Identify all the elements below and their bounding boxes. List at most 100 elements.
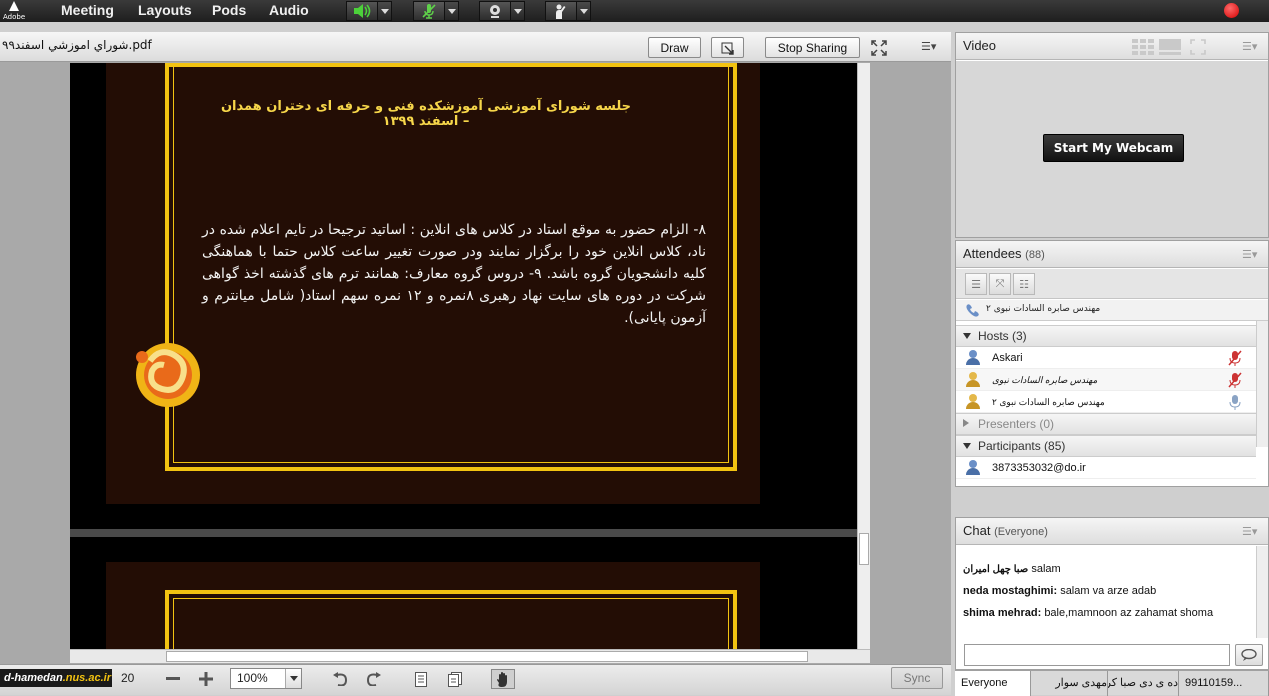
attendees-pod-menu-icon[interactable]: ☰▾ [1242, 248, 1258, 261]
start-webcam-button[interactable]: Start My Webcam [1043, 134, 1184, 162]
slide-body: ۸- الزام حضور به موقع استاد در کلاس های … [202, 222, 706, 326]
participants-section-header[interactable]: Participants (85) [956, 435, 1256, 457]
chat-pod-menu-icon[interactable]: ☰▾ [1242, 525, 1258, 538]
host-user-icon [966, 394, 980, 409]
slide-title: جلسه شورای آموزشی آموزشکده فنی و حرفه ای… [220, 99, 632, 129]
pod-options-icon[interactable]: ☰▾ [921, 40, 936, 53]
chat-tabs: Everyone مهدی سوار ده ی دی صبا کر 991101… [955, 670, 1269, 696]
participant-row[interactable]: 3873353032@do.ir [956, 457, 1256, 479]
vertical-scrollbar[interactable] [857, 63, 870, 649]
menu-pods[interactable]: Pods [212, 2, 246, 18]
chat-pod-header: Chat (Everyone) ☰▾ [956, 518, 1268, 545]
chat-input[interactable] [964, 644, 1230, 666]
menu-audio[interactable]: Audio [269, 2, 309, 18]
host-row[interactable]: Askari [956, 347, 1256, 369]
menu-meeting[interactable]: Meeting [61, 2, 114, 18]
hosts-section-header[interactable]: Hosts (3) [956, 325, 1256, 347]
status-dropdown-icon[interactable] [577, 1, 591, 21]
horizontal-scrollbar[interactable] [70, 649, 870, 663]
raise-hand-icon[interactable] [545, 1, 577, 21]
attendees-pod: Attendees (88) ☰▾ ☰ ⤧ ☷ مهندس صابره السا… [955, 240, 1269, 487]
breakout-rooms-icon[interactable]: ⤧ [989, 273, 1011, 295]
host-name: مهندس صابره السادات نبوی [992, 375, 1098, 385]
status-control [545, 0, 591, 22]
site-watermark: d-hamedan.nus.ac.ir [0, 669, 112, 687]
host-row[interactable]: مهندس صابره السادات نبوی [956, 369, 1256, 391]
speaker-dropdown-icon[interactable] [378, 1, 392, 21]
document-name: شوراي اموزشي اسفند۹۹.pdf [2, 38, 152, 52]
zoom-select[interactable]: 100% [230, 668, 302, 689]
participants-label: Participants (85) [978, 439, 1066, 453]
active-speaker-bar: مهندس صابره السادات نبوی ۲ [956, 300, 1268, 321]
watermark-text: d-hamedan [4, 672, 63, 684]
sync-button[interactable]: Sync [891, 667, 943, 689]
microphone-control [413, 0, 459, 22]
chat-sender: صبا چهل امیران [963, 564, 1029, 575]
chat-title: Chat [963, 523, 991, 538]
microphone-off-icon [1228, 372, 1242, 388]
vertical-scroll-thumb[interactable] [859, 533, 869, 565]
chat-messages: صبا چهل امیران salam neda mostaghimi: sa… [956, 546, 1256, 638]
webcam-dropdown-icon[interactable] [511, 1, 525, 21]
chat-tab-private[interactable]: مهدی سوار [1031, 671, 1108, 696]
video-pod-menu-icon[interactable]: ☰▾ [1242, 40, 1258, 53]
adobe-logo-icon: Adobe [3, 0, 25, 22]
chat-text: salam va arze adab [1060, 585, 1157, 597]
chat-tab-private[interactable]: 99110159... [1179, 671, 1269, 696]
page-total: 20 [121, 671, 135, 685]
microphone-muted-icon[interactable] [413, 1, 445, 21]
filmstrip-view-icon[interactable] [1159, 39, 1181, 58]
school-logo-icon [128, 335, 204, 411]
chat-tab-everyone[interactable]: Everyone [955, 671, 1031, 696]
zoom-in-icon[interactable] [195, 669, 217, 689]
presenters-section-header[interactable]: Presenters (0) [956, 413, 1256, 435]
webcam-icon[interactable] [479, 1, 511, 21]
multi-page-icon[interactable] [444, 669, 466, 689]
undo-icon[interactable] [329, 669, 351, 689]
chat-pod-title: Chat (Everyone) [963, 523, 1048, 538]
zoom-dropdown-icon[interactable] [285, 669, 301, 688]
chat-message: shima mehrad: bale,mamnoon az zahamat sh… [963, 607, 1213, 619]
hosts-label: Hosts (3) [978, 329, 1027, 343]
watermark-domain: .nus.ac.ir [62, 672, 111, 684]
annotate-button[interactable] [711, 37, 744, 58]
share-toolbar: شوراي اموزشي اسفند۹۹.pdf Draw Stop Shari… [0, 32, 951, 62]
attendees-pod-title: Attendees (88) [963, 246, 1045, 261]
single-page-icon[interactable] [410, 669, 432, 689]
top-menu-bar: Adobe Meeting Layouts Pods Audio [0, 0, 1269, 22]
slide-page-next [106, 562, 760, 649]
horizontal-scroll-thumb[interactable] [166, 651, 808, 662]
microphone-on-icon [1229, 395, 1241, 410]
hand-tool-icon[interactable] [491, 669, 515, 689]
attendees-scrollbar[interactable] [1256, 321, 1268, 447]
redo-icon[interactable] [363, 669, 385, 689]
chat-scrollbar[interactable] [1256, 546, 1268, 638]
active-speaker-name: مهندس صابره السادات نبوی ۲ [986, 304, 1101, 314]
chat-sender: neda mostaghimi: [963, 585, 1058, 597]
draw-button[interactable]: Draw [648, 37, 701, 58]
recording-indicator-icon[interactable] [1224, 3, 1239, 18]
video-fullscreen-icon[interactable] [1190, 39, 1206, 58]
chat-send-icon[interactable] [1235, 644, 1263, 666]
chat-text: bale,mamnoon az zahamat shoma [1044, 607, 1214, 619]
presenters-label: Presenters (0) [978, 417, 1055, 431]
microphone-off-icon [1228, 350, 1242, 366]
slide-page: جلسه شورای آموزشی آموزشکده فنی و حرفه ای… [106, 63, 760, 504]
list-view-icon[interactable]: ☰ [965, 273, 987, 295]
video-pod-title: Video [963, 38, 997, 53]
microphone-dropdown-icon[interactable] [445, 1, 459, 21]
speaker-icon[interactable] [346, 1, 378, 21]
host-row[interactable]: مهندس صابره السادات نبوی ۲ [956, 391, 1256, 413]
grid-view-icon[interactable] [1132, 39, 1154, 58]
stop-sharing-button[interactable]: Stop Sharing [765, 37, 860, 58]
document-toolbar [0, 664, 951, 695]
chat-tab-private[interactable]: ده ی دی صبا کر [1108, 671, 1179, 696]
camera-control [479, 0, 525, 22]
video-area: Start My Webcam [956, 61, 1268, 237]
menu-layouts[interactable]: Layouts [138, 2, 192, 18]
attendee-status-icon[interactable]: ☷ [1013, 273, 1035, 295]
fullscreen-icon[interactable] [871, 40, 887, 59]
video-pod-header: Video ☰▾ [956, 33, 1268, 60]
zoom-out-icon[interactable] [162, 669, 184, 689]
user-icon [966, 350, 980, 365]
